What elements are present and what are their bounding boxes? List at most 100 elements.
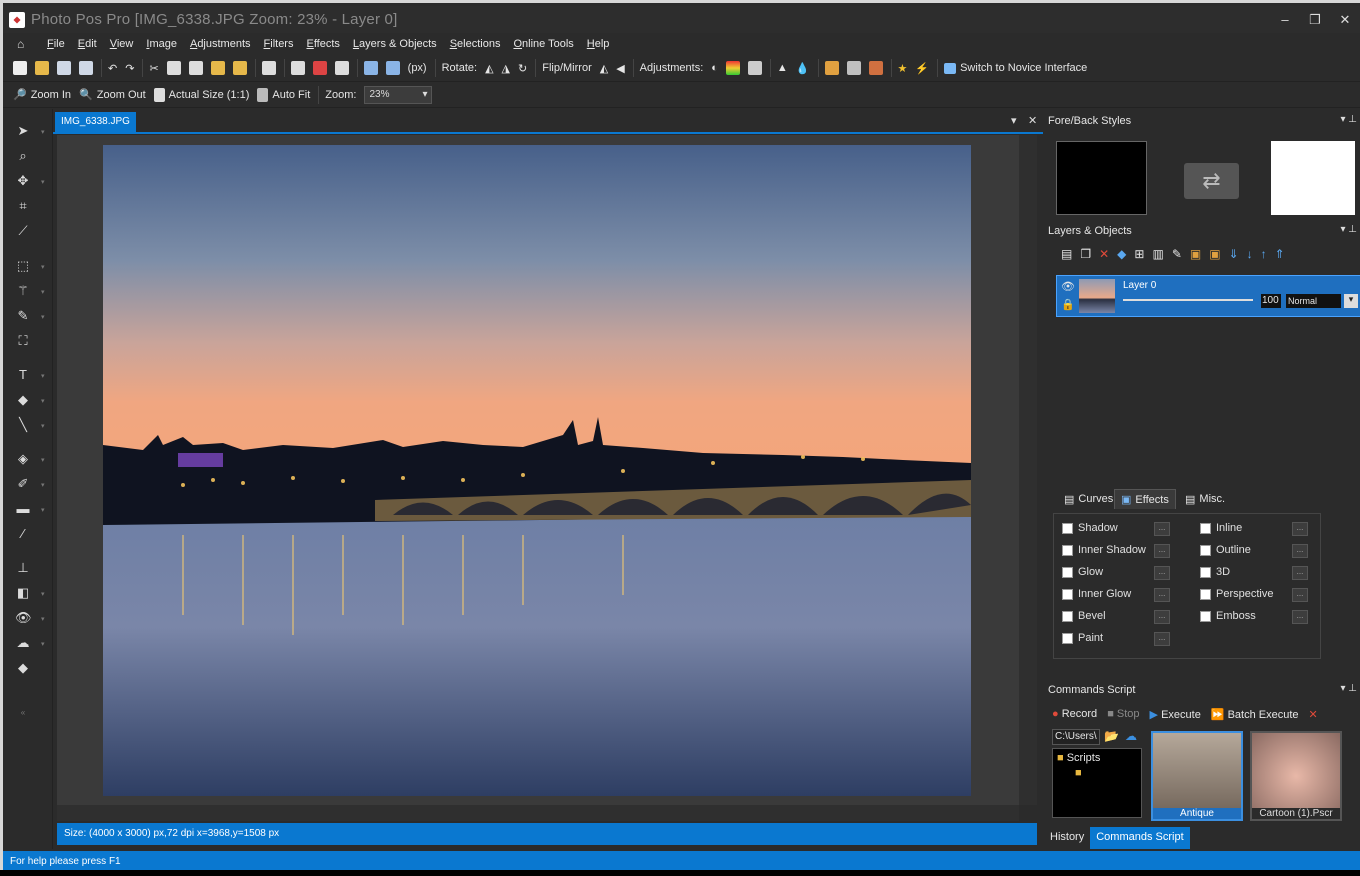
checkbox[interactable]	[1200, 544, 1211, 556]
open-folder-icon[interactable]	[35, 61, 49, 75]
checkbox[interactable]	[1062, 544, 1073, 556]
tab-history[interactable]: History	[1044, 827, 1090, 849]
effect-glow[interactable]: Glow	[1062, 566, 1103, 578]
effect-options-button[interactable]: ...	[1154, 610, 1170, 624]
effect-inner-glow[interactable]: Inner Glow	[1062, 588, 1131, 600]
menu-image[interactable]: Image	[146, 38, 177, 50]
rotate-free-icon[interactable]: ↻	[518, 62, 527, 75]
script-thumb-cartoon[interactable]: Cartoon (1).Pscr	[1250, 731, 1342, 821]
menu-file[interactable]: File	[47, 38, 65, 50]
checkbox[interactable]	[1200, 522, 1211, 534]
menu-adjustments[interactable]: Adjustments	[190, 38, 251, 50]
move-tool-icon[interactable]: ✥	[15, 173, 31, 189]
red-eye-tool-icon[interactable]: 👁	[15, 610, 32, 626]
brush-tool-icon[interactable]: ✐	[15, 476, 31, 492]
contrast-icon[interactable]: ◐	[711, 62, 718, 74]
checkbox[interactable]	[1062, 632, 1073, 644]
blur-icon[interactable]: 💧	[796, 62, 810, 75]
photo-effect-icon[interactable]	[824, 61, 839, 75]
home-icon[interactable]: ⌂	[17, 38, 31, 50]
tool-expand-icon[interactable]: ▾	[41, 640, 47, 648]
checkbox[interactable]	[1062, 522, 1073, 534]
menu-help[interactable]: Help	[587, 38, 610, 50]
record-button[interactable]: ● Record	[1052, 708, 1097, 720]
guides-icon[interactable]	[334, 61, 349, 75]
browse-folder-icon[interactable]: 📂	[1104, 729, 1119, 743]
levels-icon[interactable]	[747, 61, 762, 75]
transform-tool-icon[interactable]: ⛶	[15, 333, 31, 349]
panel-pin-icon[interactable]: ▾ ⊥	[1340, 224, 1357, 235]
grid-icon[interactable]	[290, 61, 305, 75]
checkbox[interactable]	[1062, 588, 1073, 600]
canvas-size-icon[interactable]	[385, 61, 400, 75]
effect-inner-shadow[interactable]: Inner Shadow	[1062, 544, 1146, 556]
fill-tool-icon[interactable]: ◈	[15, 451, 31, 467]
flip-vertical-icon[interactable]: ◭	[600, 62, 608, 75]
zoom-select[interactable]: 23% ▾	[364, 85, 433, 104]
visibility-eye-icon[interactable]: 👁	[1061, 280, 1075, 293]
color-picker-tool-icon[interactable]: ⁄	[15, 526, 31, 542]
group-layer-icon[interactable]: ▣	[1190, 247, 1201, 261]
zoom-out-button[interactable]: 🔍 Zoom Out	[79, 88, 146, 102]
checkbox[interactable]	[1062, 566, 1073, 578]
new-layer-icon[interactable]: ▤	[1061, 247, 1072, 261]
tool-expand-icon[interactable]: ▾	[41, 456, 47, 464]
tab-commands-script[interactable]: Commands Script	[1090, 827, 1190, 849]
copy-icon[interactable]	[166, 61, 181, 75]
color-balance-icon[interactable]	[725, 61, 740, 75]
stop-button[interactable]: ■ Stop	[1107, 708, 1139, 720]
close-button[interactable]: ✕	[1330, 12, 1360, 28]
collage-icon[interactable]	[868, 61, 883, 75]
swap-colors-button[interactable]: ⇄	[1184, 163, 1239, 199]
shape-tool-icon[interactable]: ◆	[15, 392, 31, 408]
straighten-tool-icon[interactable]: ⟋	[15, 223, 31, 239]
magic-wand-tool-icon[interactable]: ⚚	[15, 283, 31, 299]
cut-icon[interactable]: ✂	[149, 62, 158, 75]
rect-select-tool-icon[interactable]: ⬚	[15, 258, 31, 274]
merge-layer-icon[interactable]: ⊞	[1134, 247, 1144, 261]
checkbox[interactable]	[1200, 588, 1211, 600]
photo-frame-icon[interactable]	[846, 61, 861, 75]
tool-expand-icon[interactable]: ▾	[41, 397, 47, 405]
tab-misc[interactable]: ▤ Misc.	[1179, 489, 1231, 509]
layer-mask-icon[interactable]: ▥	[1152, 247, 1163, 261]
zoom-tool-icon[interactable]: ⌕	[15, 148, 31, 164]
menu-view[interactable]: View	[110, 38, 134, 50]
effect-options-button[interactable]: ...	[1292, 522, 1308, 536]
batch-execute-button[interactable]: ⏩ Batch Execute	[1211, 708, 1299, 721]
paste-new-icon[interactable]	[210, 61, 225, 75]
line-tool-icon[interactable]: ╲	[15, 417, 31, 433]
chevron-down-icon[interactable]: ▾	[1344, 294, 1358, 308]
sharpen-icon[interactable]: ▲	[777, 62, 788, 74]
resize-image-icon[interactable]	[363, 61, 378, 75]
move-bottom-icon[interactable]: ⇓	[1229, 247, 1239, 261]
folder-icon[interactable]: ■	[1053, 767, 1141, 779]
effect-bevel[interactable]: Bevel	[1062, 610, 1106, 622]
move-down-icon[interactable]: ↓	[1247, 247, 1253, 261]
restore-button[interactable]: ❐	[1300, 12, 1330, 28]
effect-options-button[interactable]: ...	[1154, 566, 1170, 580]
ruler-icon[interactable]	[312, 61, 327, 75]
tool-expand-icon[interactable]: ▾	[41, 128, 47, 136]
paste-layer-icon[interactable]	[232, 61, 247, 75]
effect-options-button[interactable]: ...	[1154, 522, 1170, 536]
healing-tool-icon[interactable]: ◧	[15, 585, 31, 601]
effect-options-button[interactable]: ...	[1292, 588, 1308, 602]
pointer-tool-icon[interactable]: ➤	[15, 123, 31, 139]
rotate-left-icon[interactable]: ◭	[485, 62, 493, 75]
effect-options-button[interactable]: ...	[1154, 632, 1170, 646]
layer-effects-icon[interactable]: ✎	[1172, 247, 1182, 261]
menu-filters[interactable]: Filters	[264, 38, 294, 50]
menu-online-tools[interactable]: Online Tools	[513, 38, 573, 50]
scripts-folder[interactable]: ■ Scripts	[1053, 749, 1141, 767]
tool-expand-icon[interactable]: ▾	[41, 422, 47, 430]
quick-fix-icon[interactable]: ⚡	[915, 62, 929, 75]
paste-icon[interactable]	[188, 61, 203, 75]
text-tool-icon[interactable]: T	[15, 367, 31, 383]
vertical-scrollbar[interactable]	[1019, 135, 1037, 805]
image-canvas[interactable]	[103, 145, 971, 796]
effect-options-button[interactable]: ...	[1292, 544, 1308, 558]
tool-expand-icon[interactable]: ▾	[41, 372, 47, 380]
effect-options-button[interactable]: ...	[1154, 544, 1170, 558]
tool-expand-icon[interactable]: ▾	[41, 590, 47, 598]
